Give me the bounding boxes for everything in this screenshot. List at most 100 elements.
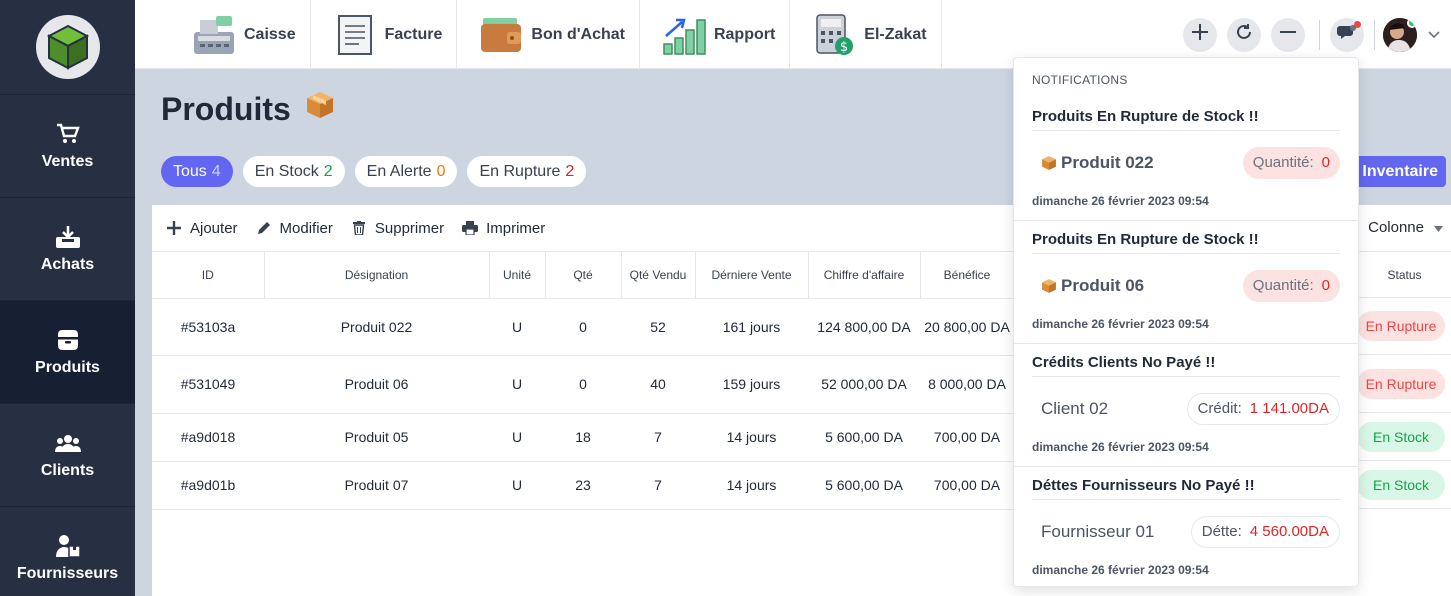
shortcut-rapport[interactable]: Rapport [640, 0, 791, 69]
cell-benefice: 700,00 DA [920, 461, 1014, 510]
status-cell: En Rupture [1357, 355, 1451, 413]
notification-item[interactable]: Produits En Rupture de Stock !! Produit … [1014, 98, 1358, 221]
notification-name: Produit 022 [1061, 152, 1154, 172]
notification-date: dimanche 26 février 2023 09:54 [1032, 440, 1209, 454]
column-header-derniere-vente[interactable]: Dérniere Vente [695, 252, 809, 299]
filter-en-stock[interactable]: En Stock 2 [242, 156, 345, 187]
cell-designation: Produit 05 [264, 413, 489, 462]
table-row[interactable]: #a9d018 Produit 05 U 18 7 14 jours 5 600… [152, 413, 1014, 462]
edit-product-button[interactable]: Modifier [256, 220, 333, 237]
supplier-icon [55, 533, 81, 559]
sidebar-item-label: Produits [35, 359, 100, 376]
notification-name: Fournisseur 01 [1041, 521, 1155, 541]
shortcut-el-zakat[interactable]: $ El-Zakat [790, 0, 942, 69]
columns-dropdown[interactable]: Colonne [1368, 219, 1443, 236]
calculator-money-icon: $ [810, 13, 858, 57]
sidebar-item-ventes[interactable]: Ventes [0, 95, 135, 198]
chip-label: En Stock [254, 162, 319, 180]
cell-id: #531049 [152, 355, 264, 414]
package-icon [305, 90, 335, 128]
column-header-qte[interactable]: Qté [545, 252, 622, 299]
filter-en-alerte[interactable]: En Alerte 0 [354, 156, 458, 187]
notification-item[interactable]: Produits En Rupture de Stock !! Produit … [1014, 221, 1358, 344]
notification-title: Produits En Rupture de Stock !! [1032, 98, 1340, 131]
print-button[interactable]: Imprimer [462, 220, 545, 237]
sidebar-item-clients[interactable]: Clients [0, 404, 135, 507]
quantity-badge: Quantité: 0 [1242, 146, 1340, 179]
package-icon [1041, 278, 1057, 294]
chevron-down-icon[interactable] [1423, 30, 1445, 39]
cell-qte: 23 [545, 461, 621, 510]
filter-en-rupture[interactable]: En Rupture 2 [467, 156, 587, 187]
shortcut-caisse[interactable]: Caisse [170, 0, 311, 69]
users-icon [54, 430, 81, 456]
column-header-status[interactable]: Status [1357, 252, 1451, 298]
table-row[interactable]: #531049 Produit 06 U 0 40 159 jours 52 0… [152, 355, 1014, 414]
table-row[interactable]: #a9d01b Produit 07 U 23 7 14 jours 5 600… [152, 461, 1014, 510]
column-header-benefice[interactable]: Bénéfice [920, 252, 1015, 299]
page-title: Produits [161, 90, 335, 128]
unread-dot [1354, 20, 1361, 28]
tool-label: Ajouter [190, 219, 238, 237]
sidebar-item-fournisseurs[interactable]: Fournisseurs [0, 507, 135, 596]
add-product-button[interactable]: Ajouter [166, 220, 238, 237]
cell-qte: 0 [545, 298, 621, 356]
cell-id: #53103a [152, 298, 264, 356]
sidebar: Ventes Achats Produits Clients Fournisse… [0, 0, 135, 596]
cell-vendu: 7 [621, 413, 695, 462]
cash-register-icon [190, 13, 238, 57]
shortcut-bon-achat[interactable]: Bon d'Achat [457, 0, 640, 69]
notification-title: Crédits Clients No Payé !! [1032, 344, 1340, 377]
avatar[interactable] [1383, 17, 1417, 52]
cell-ca: 52 000,00 DA [808, 355, 920, 414]
app-logo[interactable] [0, 0, 135, 95]
sidebar-item-achats[interactable]: Achats [0, 198, 135, 301]
notification-product: Produit 06 [1032, 276, 1144, 296]
cell-unite: U [489, 298, 545, 356]
cell-unite: U [489, 461, 545, 510]
column-header-qte-vendu[interactable]: Qté Vendu [621, 252, 696, 299]
column-header-chiffre-affaire[interactable]: Chiffre d'affaire [808, 252, 921, 299]
notifications-button[interactable] [1330, 17, 1364, 52]
sidebar-item-label: Fournisseurs [16, 565, 119, 582]
badge-value: 1 141.00DA [1249, 400, 1329, 417]
cell-vendu: 7 [621, 461, 695, 510]
cell-unite: U [489, 355, 545, 414]
column-header-unite[interactable]: Unité [489, 252, 546, 299]
table-header-row: ID Désignation Unité Qté Qté Vendu Dérni… [152, 252, 1015, 299]
online-status-dot [1407, 17, 1417, 28]
inbox-download-icon [55, 224, 81, 250]
filter-tous[interactable]: Tous 4 [161, 156, 233, 187]
chip-count: 4 [211, 162, 221, 180]
add-button[interactable] [1183, 17, 1217, 52]
minimize-button[interactable] [1271, 17, 1305, 52]
shortcut-label: Facture [384, 25, 443, 43]
package-icon [1041, 155, 1057, 171]
notification-title: Déttes Fournisseurs No Payé !! [1032, 467, 1340, 500]
notification-item[interactable]: Crédits Clients No Payé !! Client 02 Cré… [1014, 344, 1358, 467]
notification-title: Produits En Rupture de Stock !! [1032, 221, 1340, 254]
sidebar-item-produits[interactable]: Produits [0, 301, 135, 404]
plus-icon [166, 220, 182, 236]
notifications-heading: NOTIFICATIONS [1032, 73, 1128, 87]
shortcut-facture[interactable]: Facture [311, 0, 458, 69]
cell-unite: U [489, 413, 545, 462]
inventaire-button[interactable]: Inventaire [1350, 156, 1446, 187]
status-cell: En Stock [1357, 413, 1451, 461]
table-row[interactable]: #53103a Produit 022 U 0 52 161 jours 124… [152, 298, 1014, 356]
chip-count: 0 [436, 162, 446, 180]
cell-derniere: 161 jours [695, 298, 808, 356]
notification-item[interactable]: Déttes Fournisseurs No Payé !! Fournisse… [1014, 467, 1358, 589]
columns-label: Colonne [1368, 219, 1424, 236]
refresh-button[interactable] [1227, 17, 1261, 52]
cell-designation: Produit 07 [264, 461, 489, 510]
svg-text:$: $ [840, 40, 848, 55]
status-cell: En Rupture [1357, 298, 1451, 355]
column-header-id[interactable]: ID [152, 252, 265, 299]
cell-derniere: 159 jours [695, 355, 808, 414]
chip-count: 2 [565, 162, 575, 180]
badge-value: 0 [1321, 277, 1330, 294]
column-header-designation[interactable]: Désignation [264, 252, 490, 299]
delete-product-button[interactable]: Supprimer [351, 220, 444, 237]
badge-value: 4 560.00DA [1249, 523, 1329, 540]
